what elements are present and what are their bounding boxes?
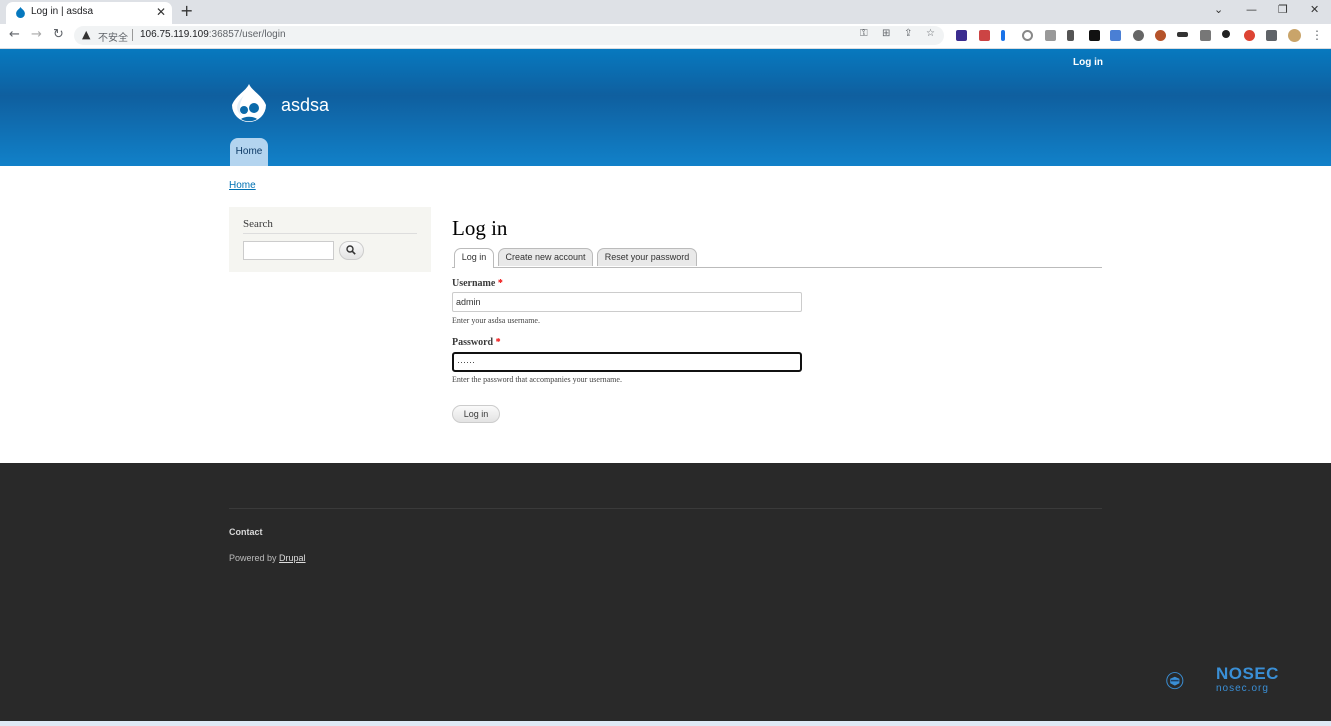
warning-icon[interactable]: ▲: [82, 28, 90, 41]
new-tab-button[interactable]: +: [180, 2, 193, 20]
site-header: Log in asdsa Home: [0, 49, 1331, 166]
extension-icon[interactable]: [1001, 30, 1005, 41]
profile-avatar[interactable]: [1288, 29, 1301, 42]
share-icon[interactable]: ⇪: [904, 28, 912, 39]
search-divider: [243, 233, 417, 234]
main-menu-home-tab[interactable]: Home: [230, 138, 268, 166]
bookmark-star-icon[interactable]: ☆: [926, 28, 935, 39]
search-input[interactable]: [243, 241, 334, 260]
search-button[interactable]: [339, 241, 364, 260]
extension-icon[interactable]: [1177, 32, 1188, 37]
reload-icon[interactable]: ↻: [53, 27, 64, 43]
header-login-link[interactable]: Log in: [1073, 57, 1103, 68]
powered-by-text: Powered by Drupal: [229, 553, 306, 563]
address-bar[interactable]: ▲ 不安全 106.75.119.109:36857/user/login ⚿ …: [74, 26, 944, 45]
extension-icon[interactable]: [1200, 30, 1211, 41]
browser-toolbar: ← → ↻ ▲ 不安全 106.75.119.109:36857/user/lo…: [0, 24, 1331, 49]
url-host: 106.75.119.109: [140, 29, 209, 40]
extension-icon[interactable]: [1089, 30, 1100, 41]
browser-tab-title: Log in | asdsa: [31, 6, 94, 17]
nosec-watermark-logo-icon: [1166, 672, 1184, 690]
site-footer: Contact Powered by Drupal: [0, 463, 1331, 721]
required-marker: *: [497, 278, 503, 289]
extension-icon[interactable]: [956, 30, 967, 41]
nosec-watermark-site: nosec.org: [1216, 683, 1269, 694]
insecure-label[interactable]: 不安全: [98, 29, 128, 44]
key-icon[interactable]: ⚿: [860, 28, 868, 39]
log-in-button[interactable]: Log in: [452, 405, 500, 423]
password-description: Enter the password that accompanies your…: [452, 375, 622, 384]
nosec-watermark-name: NOSEC: [1216, 664, 1279, 683]
username-field[interactable]: [452, 292, 802, 312]
search-block-title: Search: [243, 218, 273, 230]
search-block: Search: [229, 207, 431, 272]
close-window-icon[interactable]: ✕: [1310, 2, 1319, 18]
username-description: Enter your asdsa username.: [452, 316, 540, 325]
breadcrumb-home-link[interactable]: Home: [229, 180, 256, 191]
extension-icon[interactable]: [1133, 30, 1144, 41]
back-icon[interactable]: ←: [9, 27, 20, 43]
extension-icon[interactable]: [1067, 30, 1074, 41]
browser-tab-strip: Log in | asdsa ✕ + ⌄ — ❐ ✕: [0, 0, 1331, 24]
password-label-text: Password: [452, 337, 494, 348]
forward-icon[interactable]: →: [31, 27, 42, 43]
password-field[interactable]: [452, 352, 802, 372]
extension-icon[interactable]: [1155, 30, 1166, 41]
extension-icon[interactable]: [1110, 30, 1121, 41]
footer-divider: [229, 508, 1102, 509]
extension-icon[interactable]: [1222, 30, 1230, 38]
drupal-favicon-icon: [16, 7, 25, 18]
puzzle-icon[interactable]: [1266, 30, 1277, 41]
extension-icon[interactable]: [1244, 30, 1255, 41]
extension-icon[interactable]: [1045, 30, 1056, 41]
translate-icon[interactable]: ⊞: [882, 28, 890, 39]
extension-icon[interactable]: [1022, 30, 1033, 41]
url-path: :36857/user/login: [208, 29, 286, 40]
required-marker: *: [495, 337, 501, 348]
close-tab-icon[interactable]: ✕: [156, 5, 166, 19]
url-text[interactable]: 106.75.119.109:36857/user/login: [140, 29, 286, 40]
more-menu-icon[interactable]: ⋮: [1311, 28, 1323, 42]
tab-reset-password[interactable]: Reset your password: [597, 248, 697, 266]
tabs-baseline: [452, 267, 1102, 268]
extension-icon[interactable]: [979, 30, 990, 41]
footer-contact-link[interactable]: Contact: [229, 527, 263, 537]
drupal-link[interactable]: Drupal: [279, 553, 306, 563]
drupal-logo-icon[interactable]: [228, 83, 270, 129]
tab-log-in[interactable]: Log in: [454, 248, 494, 268]
page-title: Log in: [452, 216, 508, 240]
omnibox-divider: [132, 29, 133, 41]
username-label-text: Username: [452, 278, 496, 289]
minimize-icon[interactable]: —: [1246, 2, 1257, 18]
os-taskbar: [0, 721, 1331, 726]
search-icon: [346, 245, 356, 255]
tab-create-new-account[interactable]: Create new account: [498, 248, 593, 266]
password-label: Password *: [452, 337, 501, 348]
browser-tab[interactable]: Log in | asdsa ✕: [6, 2, 172, 24]
restore-icon[interactable]: ❐: [1278, 2, 1288, 18]
powered-by-prefix: Powered by: [229, 553, 280, 563]
site-name[interactable]: asdsa: [281, 95, 329, 116]
tab-search-icon[interactable]: ⌄: [1214, 2, 1223, 18]
username-label: Username *: [452, 278, 503, 289]
